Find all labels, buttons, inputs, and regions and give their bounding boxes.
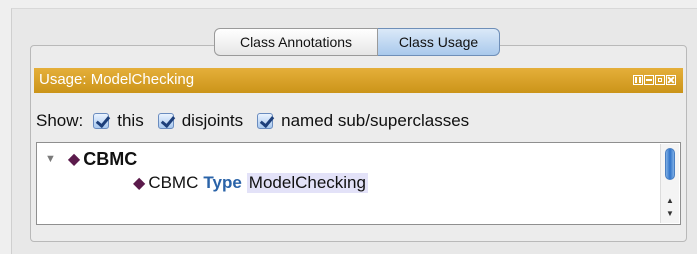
scroll-up-arrow-icon[interactable]: ▲ [662, 195, 678, 207]
tab-class-usage[interactable]: Class Usage [378, 28, 500, 56]
show-named-sub-superclasses-checkbox[interactable]: named sub/superclasses [257, 111, 469, 131]
panel-header-buttons [633, 75, 676, 85]
axiom-object[interactable]: ModelChecking [246, 173, 368, 193]
close-icon[interactable] [666, 75, 676, 85]
tree-node-root[interactable]: ▼ ◆ CBMC [45, 148, 137, 170]
checkbox-checked-icon[interactable] [257, 113, 274, 129]
checkbox-checked-icon[interactable] [157, 113, 174, 129]
split-icon[interactable] [633, 75, 643, 85]
show-named-sub-superclasses-label: named sub/superclasses [281, 111, 470, 130]
panel-header: Usage: ModelChecking [34, 68, 683, 93]
class-diamond-icon: ◆ [67, 151, 81, 168]
show-disjoints-checkbox[interactable]: disjoints [157, 111, 244, 131]
vertical-scrollbar[interactable]: ▲ ▼ [660, 144, 679, 223]
usage-tree[interactable]: ▼ ◆ CBMC ◆ CBMC Type ModelChecking ▲ ▼ [36, 142, 681, 225]
tab-bar: Class Annotations Class Usage [214, 28, 500, 56]
minimize-icon[interactable] [644, 75, 654, 85]
expand-triangle-icon[interactable]: ▼ [45, 153, 56, 165]
panel-title: Usage: ModelChecking [39, 71, 195, 88]
show-this-checkbox[interactable]: this [93, 111, 144, 131]
show-label: Show: [36, 111, 84, 130]
restore-icon[interactable] [655, 75, 665, 85]
axiom-subject: CBMC [148, 173, 199, 192]
tree-node-usage-axiom[interactable]: ◆ CBMC Type ModelChecking [133, 171, 368, 195]
axiom-keyword: Type [203, 173, 242, 192]
tree-node-root-label: CBMC [83, 148, 138, 169]
show-this-label: this [117, 111, 144, 130]
scroll-down-arrow-icon[interactable]: ▼ [662, 208, 678, 220]
show-filter-row: Show: this disjoints named sub/superclas… [36, 110, 483, 132]
tab-class-annotations[interactable]: Class Annotations [214, 28, 378, 56]
class-diamond-icon: ◆ [133, 175, 146, 192]
show-disjoints-label: disjoints [181, 111, 244, 130]
checkbox-checked-icon[interactable] [93, 113, 110, 129]
scrollbar-thumb[interactable] [665, 148, 675, 180]
